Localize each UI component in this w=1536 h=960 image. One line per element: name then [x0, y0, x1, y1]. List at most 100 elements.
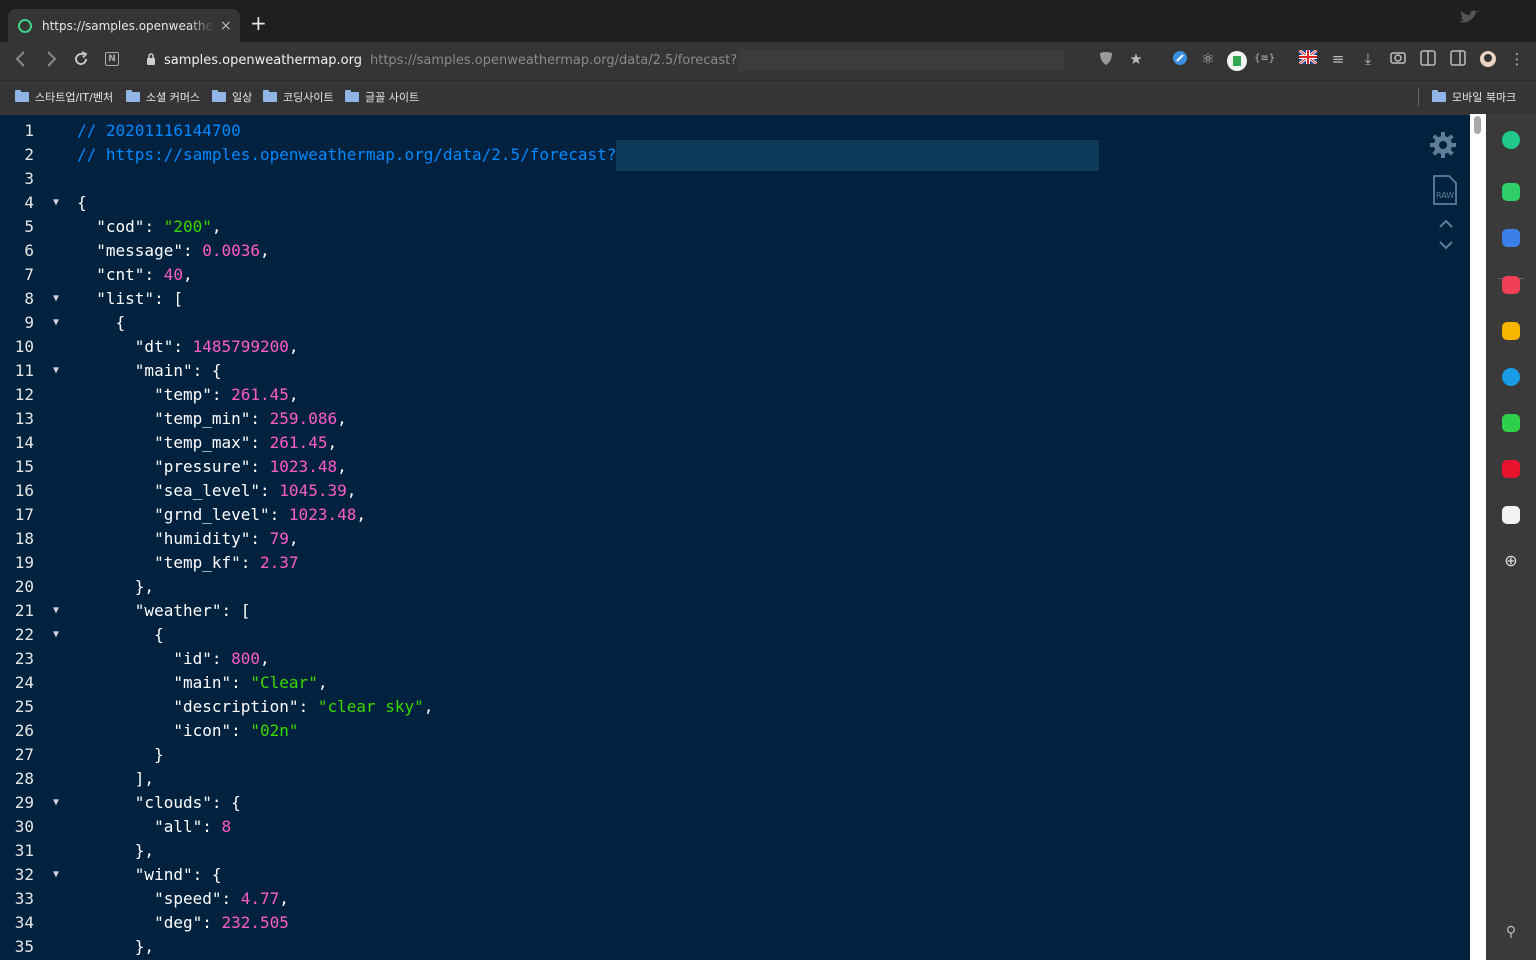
react-devtools-icon[interactable]: ⚛ [1198, 50, 1218, 68]
code-line: 15 "pressure": 1023.48, [0, 455, 1470, 479]
bookmark-folder[interactable]: 글꼴 사이트 [345, 89, 419, 105]
extension-blue-icon[interactable] [1170, 50, 1190, 70]
chevron-up-down-icon[interactable] [1437, 218, 1455, 256]
code-line: 28 ], [0, 767, 1470, 791]
add-app-icon[interactable]: ⊕ [1502, 552, 1520, 570]
code-token: { [77, 313, 126, 332]
line-number: 12 [14, 385, 34, 404]
code-token: : [173, 337, 193, 356]
code-line: 22 ▼ { [0, 623, 1470, 647]
forward-button[interactable] [44, 50, 58, 73]
bookmark-folder[interactable]: 소셜 커머스 [126, 89, 200, 105]
code-line: 7 "cnt": 40, [0, 263, 1470, 287]
sheets-extension-icon[interactable] [1226, 50, 1247, 76]
url-host: samples.openweathermap.org [164, 52, 362, 68]
bookmark-folder[interactable]: 코딩사이트 [263, 89, 334, 105]
scrollbar-thumb[interactable] [1474, 116, 1481, 134]
gear-icon[interactable] [1428, 130, 1458, 164]
line-number: 28 [14, 769, 34, 788]
reload-button[interactable] [72, 50, 90, 73]
code-token: : [202, 817, 222, 836]
photos-app-icon[interactable] [1502, 506, 1520, 524]
notion-extension-icon[interactable]: N [105, 52, 119, 66]
profile-avatar[interactable] [1478, 50, 1498, 72]
now-app-icon[interactable] [1502, 460, 1520, 478]
code-token: , [346, 481, 357, 500]
code-text: "temp_kf": 2.37 [77, 551, 299, 575]
fold-toggle-icon[interactable]: ▼ [53, 599, 59, 623]
vertical-scrollbar[interactable] [1470, 114, 1486, 960]
uk-flag-icon[interactable] [1298, 48, 1318, 68]
messenger-app-icon[interactable] [1502, 414, 1520, 432]
reading-list-icon[interactable]: ≡ [1328, 50, 1348, 68]
new-tab-button[interactable]: + [250, 13, 267, 33]
code-token: : [144, 265, 164, 284]
fold-toggle-icon[interactable]: ▼ [53, 623, 59, 647]
menu-more-icon[interactable]: ⋮ [1507, 50, 1527, 68]
code-text: "humidity": 79, [77, 527, 299, 551]
code-text: "cnt": 40, [77, 263, 192, 287]
sidebar-toggle-icon[interactable] [1448, 50, 1468, 70]
line-number: 32 [14, 865, 34, 884]
tab-title: https://samples.openweathermap.org [42, 18, 214, 33]
calendar-app-icon[interactable] [1502, 229, 1520, 247]
address-bar[interactable]: samples.openweathermap.org https://sampl… [140, 47, 1075, 73]
code-token: { [77, 193, 87, 212]
json-extension-icon[interactable]: {≡} [1254, 50, 1275, 68]
line-number: 20 [14, 577, 34, 596]
back-button[interactable] [14, 50, 28, 73]
close-tab-icon[interactable]: × [220, 18, 232, 34]
notification-app-icon[interactable] [1502, 183, 1520, 201]
code-token: "pressure" [154, 457, 251, 476]
fold-toggle-icon[interactable]: ▼ [53, 311, 59, 335]
reader-view-icon[interactable] [1418, 50, 1438, 70]
pin-icon[interactable]: ⚲ [1502, 924, 1520, 942]
code-token: : [182, 241, 203, 260]
code-line: 35 }, [0, 935, 1470, 959]
fold-toggle-icon[interactable]: ▼ [53, 359, 59, 383]
bookmark-folder[interactable]: 일상 [212, 89, 252, 105]
code-text: "temp_min": 259.086, [77, 407, 347, 431]
json-viewer[interactable]: 1 // 20201116144700 2 // https://samples.op… [0, 116, 1470, 960]
bookmark-star-icon[interactable]: ★ [1126, 50, 1146, 68]
pocket-app-icon[interactable] [1502, 276, 1520, 294]
code-line: 19 "temp_kf": 2.37 [0, 551, 1470, 575]
code-token: : [240, 553, 261, 572]
whale-sidebar-icon[interactable] [1502, 131, 1520, 149]
mobile-bookmarks-folder[interactable]: 모바일 북마크 [1432, 89, 1516, 105]
code-text: } [77, 743, 164, 767]
fold-toggle-icon[interactable]: ▼ [53, 863, 59, 887]
raw-file-icon[interactable]: RAW [1432, 174, 1458, 210]
favorites-app-icon[interactable] [1502, 322, 1520, 340]
camera-icon[interactable] [1388, 50, 1408, 68]
code-token: , [423, 697, 434, 716]
code-token: 259.086 [269, 409, 338, 428]
code-token: 2.37 [260, 553, 299, 572]
line-number: 25 [14, 697, 34, 716]
code-token: 1023.48 [269, 457, 338, 476]
folder-icon [1432, 90, 1446, 102]
code-token: "weather" [134, 601, 222, 620]
code-token: "humidity" [154, 529, 251, 548]
code-token: , [288, 337, 299, 356]
browser-tab[interactable]: https://samples.openweathermap.org × [8, 9, 240, 42]
fold-toggle-icon[interactable]: ▼ [53, 791, 59, 815]
code-line: 6 "message": 0.0036, [0, 239, 1470, 263]
translate-app-icon[interactable] [1502, 368, 1520, 386]
code-line: 24 "main": "Clear", [0, 671, 1470, 695]
fold-toggle-icon[interactable]: ▼ [53, 287, 59, 311]
fold-toggle-icon[interactable]: ▼ [53, 191, 59, 215]
shield-icon[interactable] [1096, 50, 1116, 70]
download-icon[interactable]: ⤓ [1358, 50, 1378, 68]
bookmark-folder[interactable]: 스타트업/IT/벤처 [15, 89, 113, 105]
code-text: "cod": "200", [77, 215, 221, 239]
code-token: : [144, 217, 164, 236]
code-text: "pressure": 1023.48, [77, 455, 347, 479]
line-number: 2 [24, 145, 34, 164]
